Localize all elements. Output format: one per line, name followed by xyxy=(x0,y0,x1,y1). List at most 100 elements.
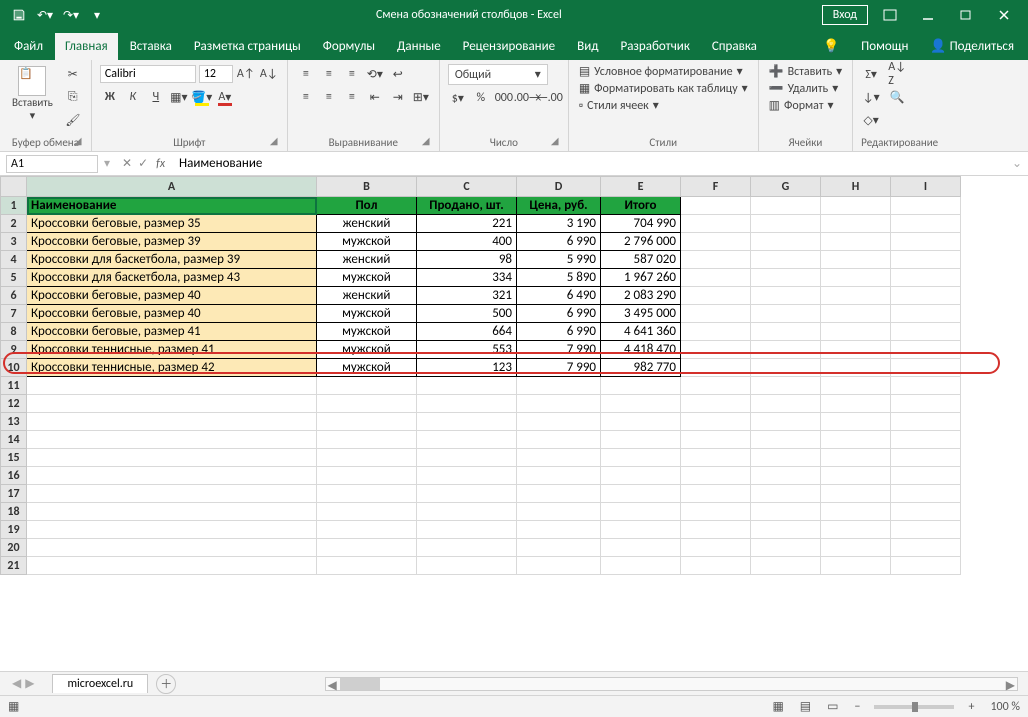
tab-developer[interactable]: Разработчик xyxy=(610,33,699,60)
cell[interactable] xyxy=(891,215,961,233)
cell[interactable] xyxy=(821,521,891,539)
format-painter-icon[interactable]: 🖌 xyxy=(63,110,83,130)
cell[interactable] xyxy=(681,305,751,323)
column-header[interactable]: D xyxy=(517,177,601,197)
cell[interactable] xyxy=(417,431,517,449)
cell[interactable] xyxy=(417,557,517,575)
cell[interactable] xyxy=(517,521,601,539)
currency-icon[interactable]: $▾ xyxy=(448,88,468,108)
cell[interactable] xyxy=(517,449,601,467)
cell[interactable] xyxy=(891,287,961,305)
cell[interactable] xyxy=(751,251,821,269)
alignment-launcher-icon[interactable]: ◢ xyxy=(422,134,436,148)
cell[interactable] xyxy=(891,557,961,575)
cell[interactable] xyxy=(751,323,821,341)
row-header[interactable]: 7 xyxy=(1,305,27,323)
cell[interactable] xyxy=(681,557,751,575)
fill-color-icon[interactable]: 🪣▾ xyxy=(192,87,212,107)
format-as-table-button[interactable]: ▦Форматировать как таблицу▾ xyxy=(577,81,750,96)
cell[interactable]: Кроссовки беговые, размер 40 xyxy=(27,305,317,323)
cell[interactable] xyxy=(601,413,681,431)
font-name-input[interactable] xyxy=(100,65,196,83)
cell[interactable] xyxy=(681,323,751,341)
cell[interactable] xyxy=(751,305,821,323)
paste-button[interactable]: 📋 Вставить ▾ xyxy=(8,64,57,124)
table-header-cell[interactable]: Цена, руб. xyxy=(517,197,601,215)
cell[interactable] xyxy=(317,557,417,575)
cell[interactable] xyxy=(27,449,317,467)
cell[interactable] xyxy=(27,485,317,503)
increase-decimal-icon[interactable]: .00→ xyxy=(517,88,537,108)
cell[interactable] xyxy=(891,431,961,449)
comma-icon[interactable]: 000 xyxy=(494,88,514,108)
cell[interactable] xyxy=(681,467,751,485)
cell[interactable]: 4 641 360 xyxy=(601,323,681,341)
tab-home[interactable]: Главная xyxy=(55,33,118,60)
row-header[interactable]: 18 xyxy=(1,503,27,521)
cell[interactable] xyxy=(27,377,317,395)
cell[interactable] xyxy=(517,395,601,413)
cell[interactable]: 321 xyxy=(417,287,517,305)
format-cells-button[interactable]: ▥Формат▾ xyxy=(767,98,845,113)
name-box[interactable] xyxy=(6,155,98,173)
cell[interactable] xyxy=(601,539,681,557)
align-bottom-icon[interactable]: ≡ xyxy=(342,64,362,84)
cell[interactable] xyxy=(417,539,517,557)
delete-cells-button[interactable]: ➖Удалить▾ xyxy=(767,81,845,96)
cell[interactable] xyxy=(821,269,891,287)
cell[interactable] xyxy=(27,431,317,449)
wrap-text-icon[interactable]: ↩ xyxy=(388,64,408,84)
close-icon[interactable] xyxy=(988,4,1020,26)
cell[interactable] xyxy=(417,467,517,485)
cell[interactable] xyxy=(681,503,751,521)
increase-indent-icon[interactable]: ⇥ xyxy=(388,87,408,107)
cell[interactable]: 664 xyxy=(417,323,517,341)
insert-cells-button[interactable]: ➕Вставить▾ xyxy=(767,64,845,79)
cell[interactable] xyxy=(517,413,601,431)
sort-filter-icon[interactable]: A↓Z xyxy=(887,64,907,84)
cell[interactable] xyxy=(517,431,601,449)
column-header[interactable]: I xyxy=(891,177,961,197)
cell[interactable]: 6 490 xyxy=(517,287,601,305)
cell[interactable] xyxy=(681,341,751,359)
cell[interactable] xyxy=(821,449,891,467)
cell[interactable] xyxy=(751,233,821,251)
row-header[interactable]: 16 xyxy=(1,467,27,485)
cell[interactable] xyxy=(681,377,751,395)
cell[interactable]: мужской xyxy=(317,305,417,323)
cell[interactable]: 2 083 290 xyxy=(601,287,681,305)
conditional-formatting-button[interactable]: ▤Условное форматирование▾ xyxy=(577,64,750,79)
cell[interactable] xyxy=(821,377,891,395)
cell-styles-button[interactable]: ▫Стили ячеек▾ xyxy=(577,98,750,113)
cell[interactable] xyxy=(751,521,821,539)
cell[interactable]: женский xyxy=(317,287,417,305)
merge-icon[interactable]: ⊞▾ xyxy=(411,87,431,107)
cell[interactable] xyxy=(601,431,681,449)
cell[interactable] xyxy=(891,341,961,359)
increase-font-icon[interactable]: A↑ xyxy=(236,64,256,84)
cell[interactable] xyxy=(821,359,891,377)
cell[interactable] xyxy=(821,215,891,233)
cell[interactable] xyxy=(821,413,891,431)
cell[interactable] xyxy=(751,449,821,467)
column-header[interactable]: H xyxy=(821,177,891,197)
cell[interactable] xyxy=(821,503,891,521)
align-top-icon[interactable]: ≡ xyxy=(296,64,316,84)
cell[interactable] xyxy=(821,251,891,269)
number-launcher-icon[interactable]: ◢ xyxy=(551,134,565,148)
cell[interactable]: Кроссовки беговые, размер 35 xyxy=(27,215,317,233)
cell[interactable]: мужской xyxy=(317,323,417,341)
cell[interactable]: Кроссовки беговые, размер 40 xyxy=(27,287,317,305)
cell[interactable] xyxy=(891,359,961,377)
cell[interactable]: 98 xyxy=(417,251,517,269)
tab-data[interactable]: Данные xyxy=(387,33,451,60)
cell[interactable]: 1 967 260 xyxy=(601,269,681,287)
formula-input[interactable] xyxy=(173,156,1006,171)
table-header-cell[interactable]: Итого xyxy=(601,197,681,215)
cell[interactable]: 400 xyxy=(417,233,517,251)
row-header[interactable]: 1 xyxy=(1,197,27,215)
cell[interactable] xyxy=(751,395,821,413)
font-size-input[interactable] xyxy=(199,65,233,83)
cell[interactable] xyxy=(317,395,417,413)
cell[interactable] xyxy=(27,413,317,431)
